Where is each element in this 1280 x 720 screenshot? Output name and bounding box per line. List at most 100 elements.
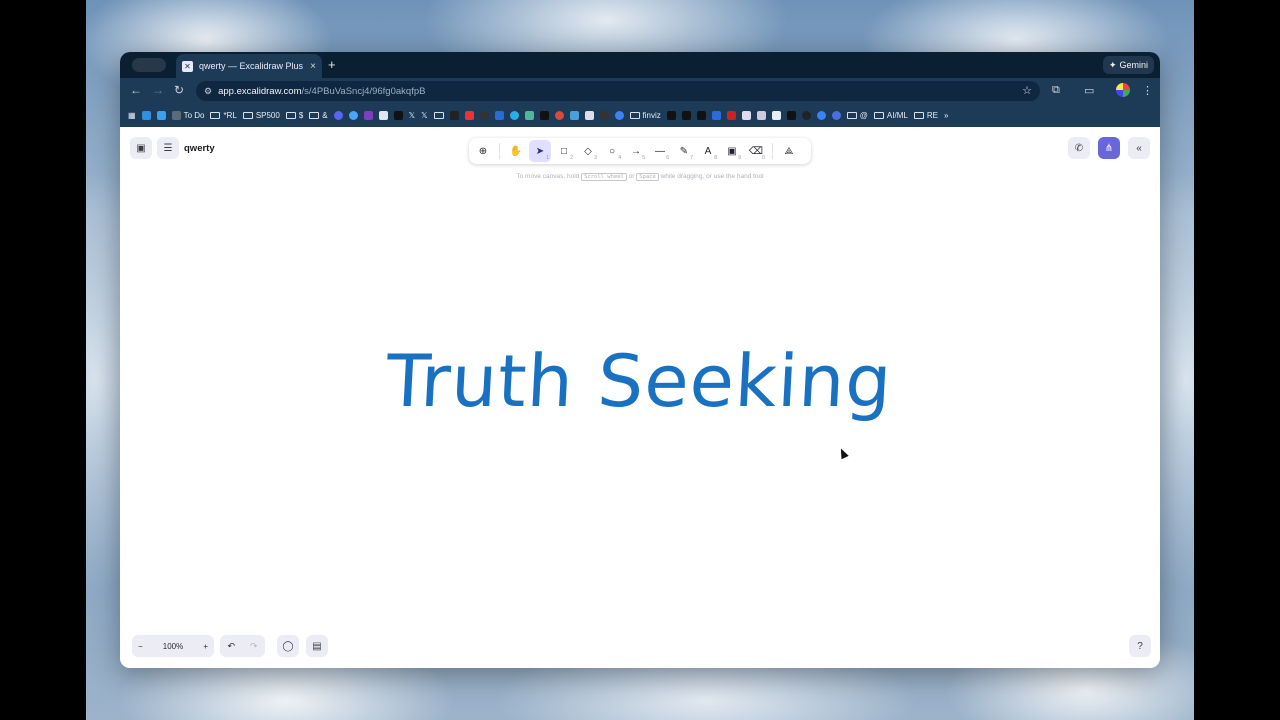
zoom-in-button[interactable]: + bbox=[203, 642, 208, 651]
bookmark-icon[interactable] bbox=[141, 111, 151, 120]
bookmark-icon[interactable] bbox=[449, 111, 459, 120]
help-icon[interactable]: ? bbox=[1129, 635, 1151, 657]
bookmark-icon[interactable] bbox=[156, 111, 166, 120]
bookmark-folder-dollar[interactable]: $ bbox=[285, 111, 303, 120]
collapse-sidebar-icon[interactable]: « bbox=[1128, 137, 1150, 159]
bookmark-icon[interactable] bbox=[816, 111, 826, 120]
bookmark-icon[interactable] bbox=[614, 111, 624, 120]
draw-tool-icon[interactable]: ✎ 7 bbox=[673, 140, 695, 162]
back-icon[interactable]: ← bbox=[130, 83, 142, 97]
bookmark-icon[interactable] bbox=[584, 111, 594, 120]
profile-avatar[interactable] bbox=[1116, 83, 1130, 97]
bookmark-icon[interactable] bbox=[509, 111, 519, 120]
more-bookmarks-icon[interactable]: » bbox=[944, 111, 948, 120]
navigation-bar: ← → ↻ ⚙ app.excalidraw.com/s/4PBuVaSncj4… bbox=[120, 78, 1160, 104]
text-tool-icon[interactable]: A8 bbox=[697, 140, 719, 162]
reload-icon[interactable]: ↻ bbox=[174, 83, 184, 97]
cast-icon[interactable]: ▭ bbox=[1084, 84, 1094, 97]
document-name[interactable]: qwerty bbox=[184, 143, 215, 154]
url-host: app.excalidraw.com bbox=[218, 85, 302, 97]
bookmark-icon[interactable] bbox=[801, 111, 811, 120]
bookmark-icon[interactable] bbox=[741, 111, 751, 120]
lock-tool-icon[interactable]: ⊕ bbox=[472, 140, 494, 162]
extensions-icon[interactable]: ⧉ bbox=[1052, 84, 1060, 97]
canvas-text-element[interactable]: Truth Seeking bbox=[383, 339, 908, 439]
bookmark-icon[interactable] bbox=[348, 111, 358, 120]
rectangle-tool-icon[interactable]: □ 2 bbox=[553, 140, 575, 162]
bookmark-icon[interactable] bbox=[393, 111, 403, 120]
bookmark-icon[interactable] bbox=[539, 111, 549, 120]
bookmark-icon[interactable] bbox=[786, 111, 796, 120]
bookmark-icon[interactable] bbox=[554, 111, 564, 120]
diamond-tool-icon[interactable]: ◇ 3 bbox=[577, 140, 599, 162]
ellipse-tool-icon[interactable]: ○ 4 bbox=[601, 140, 623, 162]
gemini-button[interactable]: ✦ Gemini bbox=[1102, 56, 1154, 74]
address-bar[interactable]: ⚙ app.excalidraw.com/s/4PBuVaSncj4/96fg0… bbox=[196, 81, 1040, 101]
bookmark-folder-sp500[interactable]: SP500 bbox=[242, 111, 280, 120]
bookmark-folder-rl[interactable]: *RL bbox=[210, 111, 237, 120]
bookmark-folder-finviz[interactable]: finviz bbox=[629, 111, 661, 120]
bookmark-icon[interactable] bbox=[696, 111, 706, 120]
active-tab[interactable]: ✕ qwerty — Excalidraw Plus × bbox=[176, 54, 322, 78]
x-icon[interactable]: 𝕏 bbox=[409, 111, 415, 120]
bookmark-todo[interactable]: To Do bbox=[171, 111, 204, 120]
x-icon[interactable]: 𝕏 bbox=[421, 111, 427, 120]
new-tab-button[interactable]: + bbox=[328, 57, 336, 72]
screen: ✕ qwerty — Excalidraw Plus × + ✦ Gemini … bbox=[0, 0, 1280, 720]
bookmark-icon[interactable] bbox=[494, 111, 504, 120]
tab-title: qwerty — Excalidraw Plus bbox=[199, 61, 304, 71]
bookmark-icon[interactable] bbox=[726, 111, 736, 120]
more-tools-icon[interactable]: ⟁ bbox=[778, 140, 800, 162]
apps-icon[interactable]: ▦ bbox=[128, 111, 136, 120]
browser-window: ✕ qwerty — Excalidraw Plus × + ✦ Gemini … bbox=[120, 52, 1160, 668]
bookmark-icon[interactable] bbox=[771, 111, 781, 120]
bookmark-icon[interactable] bbox=[479, 111, 489, 120]
selection-tool-icon[interactable]: ➤ 1 bbox=[529, 140, 551, 162]
site-settings-icon[interactable]: ⚙ bbox=[204, 86, 212, 97]
eraser-tool-icon[interactable]: ⌫ 0 bbox=[745, 140, 767, 162]
bookmark-folder-icon[interactable] bbox=[433, 112, 444, 119]
bookmark-folder-aiml[interactable]: AI/ML bbox=[873, 111, 908, 120]
url-path: /s/4PBuVaSncj4/96fg0akqfpB bbox=[301, 85, 426, 97]
zoom-out-button[interactable]: − bbox=[138, 642, 143, 651]
arrow-tool-icon[interactable]: → 5 bbox=[625, 140, 647, 162]
bookmark-folder-ampersand[interactable]: & bbox=[309, 111, 328, 120]
bookmark-icon[interactable] bbox=[666, 111, 676, 120]
bookmark-icon[interactable] bbox=[333, 111, 343, 120]
presentation-icon[interactable]: ▤ bbox=[306, 635, 328, 657]
bookmark-icon[interactable] bbox=[681, 111, 691, 120]
undo-icon[interactable]: ↶ bbox=[227, 641, 235, 652]
bookmark-icon[interactable] bbox=[831, 111, 841, 120]
share-button[interactable]: ⋔ bbox=[1098, 137, 1120, 159]
canvas-hint: To move canvas, hold Scroll wheel or Spa… bbox=[516, 173, 764, 181]
tab-strip: ✕ qwerty — Excalidraw Plus × + ✦ Gemini bbox=[120, 52, 1160, 78]
redo-icon[interactable]: ↷ bbox=[250, 641, 258, 652]
bookmark-icon[interactable] bbox=[711, 111, 721, 120]
toolbar-divider bbox=[499, 143, 500, 159]
image-tool-icon[interactable]: ▣ 9 bbox=[721, 140, 743, 162]
bookmark-icon[interactable] bbox=[756, 111, 766, 120]
toolbar-divider bbox=[772, 143, 773, 159]
sidebar-toggle-icon[interactable]: ▣ bbox=[130, 137, 152, 159]
forward-icon[interactable]: → bbox=[152, 83, 164, 97]
call-icon[interactable]: ✆ bbox=[1068, 137, 1090, 159]
star-icon[interactable]: ☆ bbox=[1022, 84, 1032, 97]
bookmark-folder-re[interactable]: RE bbox=[913, 111, 938, 120]
mouse-cursor-icon bbox=[837, 446, 849, 460]
tab-group-icon[interactable] bbox=[132, 58, 166, 72]
bookmark-icon[interactable] bbox=[599, 111, 609, 120]
bookmark-folder-at[interactable]: @ bbox=[846, 111, 868, 120]
hand-tool-icon[interactable]: ✋ bbox=[505, 140, 527, 162]
bookmark-icon[interactable] bbox=[363, 111, 373, 120]
main-menu-icon[interactable]: ☰ bbox=[157, 137, 179, 159]
zoom-level[interactable]: 100% bbox=[163, 642, 183, 651]
tab-close-icon[interactable]: × bbox=[310, 61, 316, 72]
bookmark-icon[interactable] bbox=[378, 111, 388, 120]
bookmark-icon[interactable] bbox=[569, 111, 579, 120]
bookmarks-bar: ▦ To Do *RL SP500 $ & 𝕏 𝕏 finviz @ AI/ML… bbox=[120, 104, 1160, 127]
comment-icon[interactable]: ◯ bbox=[277, 635, 299, 657]
menu-icon[interactable]: ⋮ bbox=[1142, 84, 1153, 97]
bookmark-icon[interactable] bbox=[464, 111, 474, 120]
line-tool-icon[interactable]: —6 bbox=[649, 140, 671, 162]
bookmark-icon[interactable] bbox=[524, 111, 534, 120]
